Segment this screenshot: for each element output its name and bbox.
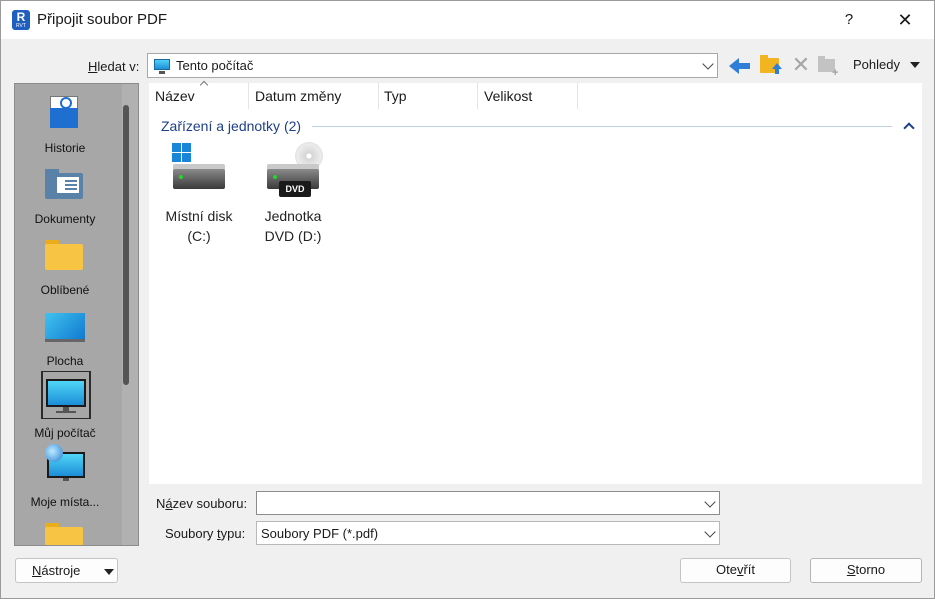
- history-icon: [45, 94, 85, 134]
- file-type-label: Soubory typu:: [165, 526, 246, 541]
- place-desktop[interactable]: Plocha: [15, 302, 115, 372]
- place-my-computer[interactable]: Můj počítač: [15, 371, 115, 441]
- views-dropdown-arrow-icon[interactable]: [910, 62, 920, 68]
- place-documents[interactable]: Dokumenty: [15, 160, 115, 230]
- desktop-icon: [45, 307, 85, 347]
- views-menu-button[interactable]: Pohledy: [853, 57, 900, 72]
- new-folder-icon[interactable]: +: [818, 55, 840, 79]
- attach-pdf-dialog: R RVT Připojit soubor PDF ? ✕ Hledat v: …: [0, 0, 935, 599]
- file-name-input[interactable]: [256, 491, 720, 515]
- chevron-down-icon: [702, 58, 714, 70]
- drive-item-d[interactable]: DVD Jednotka DVD (D:): [243, 83, 343, 253]
- look-in-value: Tento počítač: [176, 58, 254, 73]
- place-history[interactable]: Historie: [15, 89, 115, 159]
- network-places-icon: [45, 444, 85, 484]
- folder-icon: [45, 519, 85, 545]
- chevron-down-icon[interactable]: [704, 526, 716, 538]
- file-name-label: Název souboru:: [156, 496, 248, 511]
- group-divider: [312, 126, 892, 127]
- dropdown-arrow-icon: [104, 569, 114, 575]
- title-bar: R RVT Připojit soubor PDF ? ✕: [1, 1, 934, 39]
- look-in-dropdown[interactable]: Tento počítač: [147, 53, 718, 78]
- file-list[interactable]: Název Datum změny Typ Velikost Zařízení …: [149, 80, 922, 484]
- windows-logo-icon: [172, 143, 192, 163]
- collapse-group-icon[interactable]: [903, 122, 915, 134]
- column-size[interactable]: Velikost: [484, 83, 574, 109]
- place-favorites[interactable]: Oblíbené: [15, 231, 115, 301]
- help-button[interactable]: ?: [839, 7, 859, 33]
- cancel-button[interactable]: Storno: [810, 558, 922, 583]
- drive-label: Místní disk (C:): [165, 208, 233, 244]
- dialog-title: Připojit soubor PDF: [37, 11, 168, 28]
- column-separator[interactable]: [577, 83, 578, 109]
- place-folder-more[interactable]: [15, 514, 115, 545]
- open-button[interactable]: Otevřít: [680, 558, 791, 583]
- places-scrollbar-thumb[interactable]: [123, 105, 129, 385]
- favorites-folder-icon: [45, 236, 85, 276]
- delete-icon[interactable]: ✕: [791, 54, 811, 76]
- column-type[interactable]: Typ: [384, 83, 474, 109]
- file-type-select[interactable]: Soubory PDF (*.pdf): [256, 521, 720, 545]
- revit-app-icon: R RVT: [12, 10, 30, 30]
- column-separator[interactable]: [477, 83, 478, 109]
- tools-button[interactable]: Nástroje: [15, 558, 118, 583]
- drive-item-c[interactable]: Místní disk (C:): [149, 83, 249, 253]
- close-button[interactable]: ✕: [891, 7, 919, 33]
- places-bar: Historie Dokumenty Oblíbené Plocha Můj p…: [14, 83, 139, 546]
- computer-icon: [154, 59, 170, 74]
- dvd-badge: DVD: [279, 181, 311, 197]
- look-in-label: Hledat v:: [88, 59, 140, 74]
- computer-icon: [42, 371, 90, 419]
- drive-label: Jednotka DVD (D:): [264, 208, 322, 244]
- documents-folder-icon: [45, 165, 85, 205]
- column-separator[interactable]: [378, 83, 379, 109]
- up-folder-icon[interactable]: [760, 54, 782, 76]
- place-network[interactable]: Moje místa...: [15, 442, 115, 512]
- chevron-down-icon[interactable]: [704, 496, 716, 508]
- back-arrow-icon[interactable]: [729, 56, 753, 76]
